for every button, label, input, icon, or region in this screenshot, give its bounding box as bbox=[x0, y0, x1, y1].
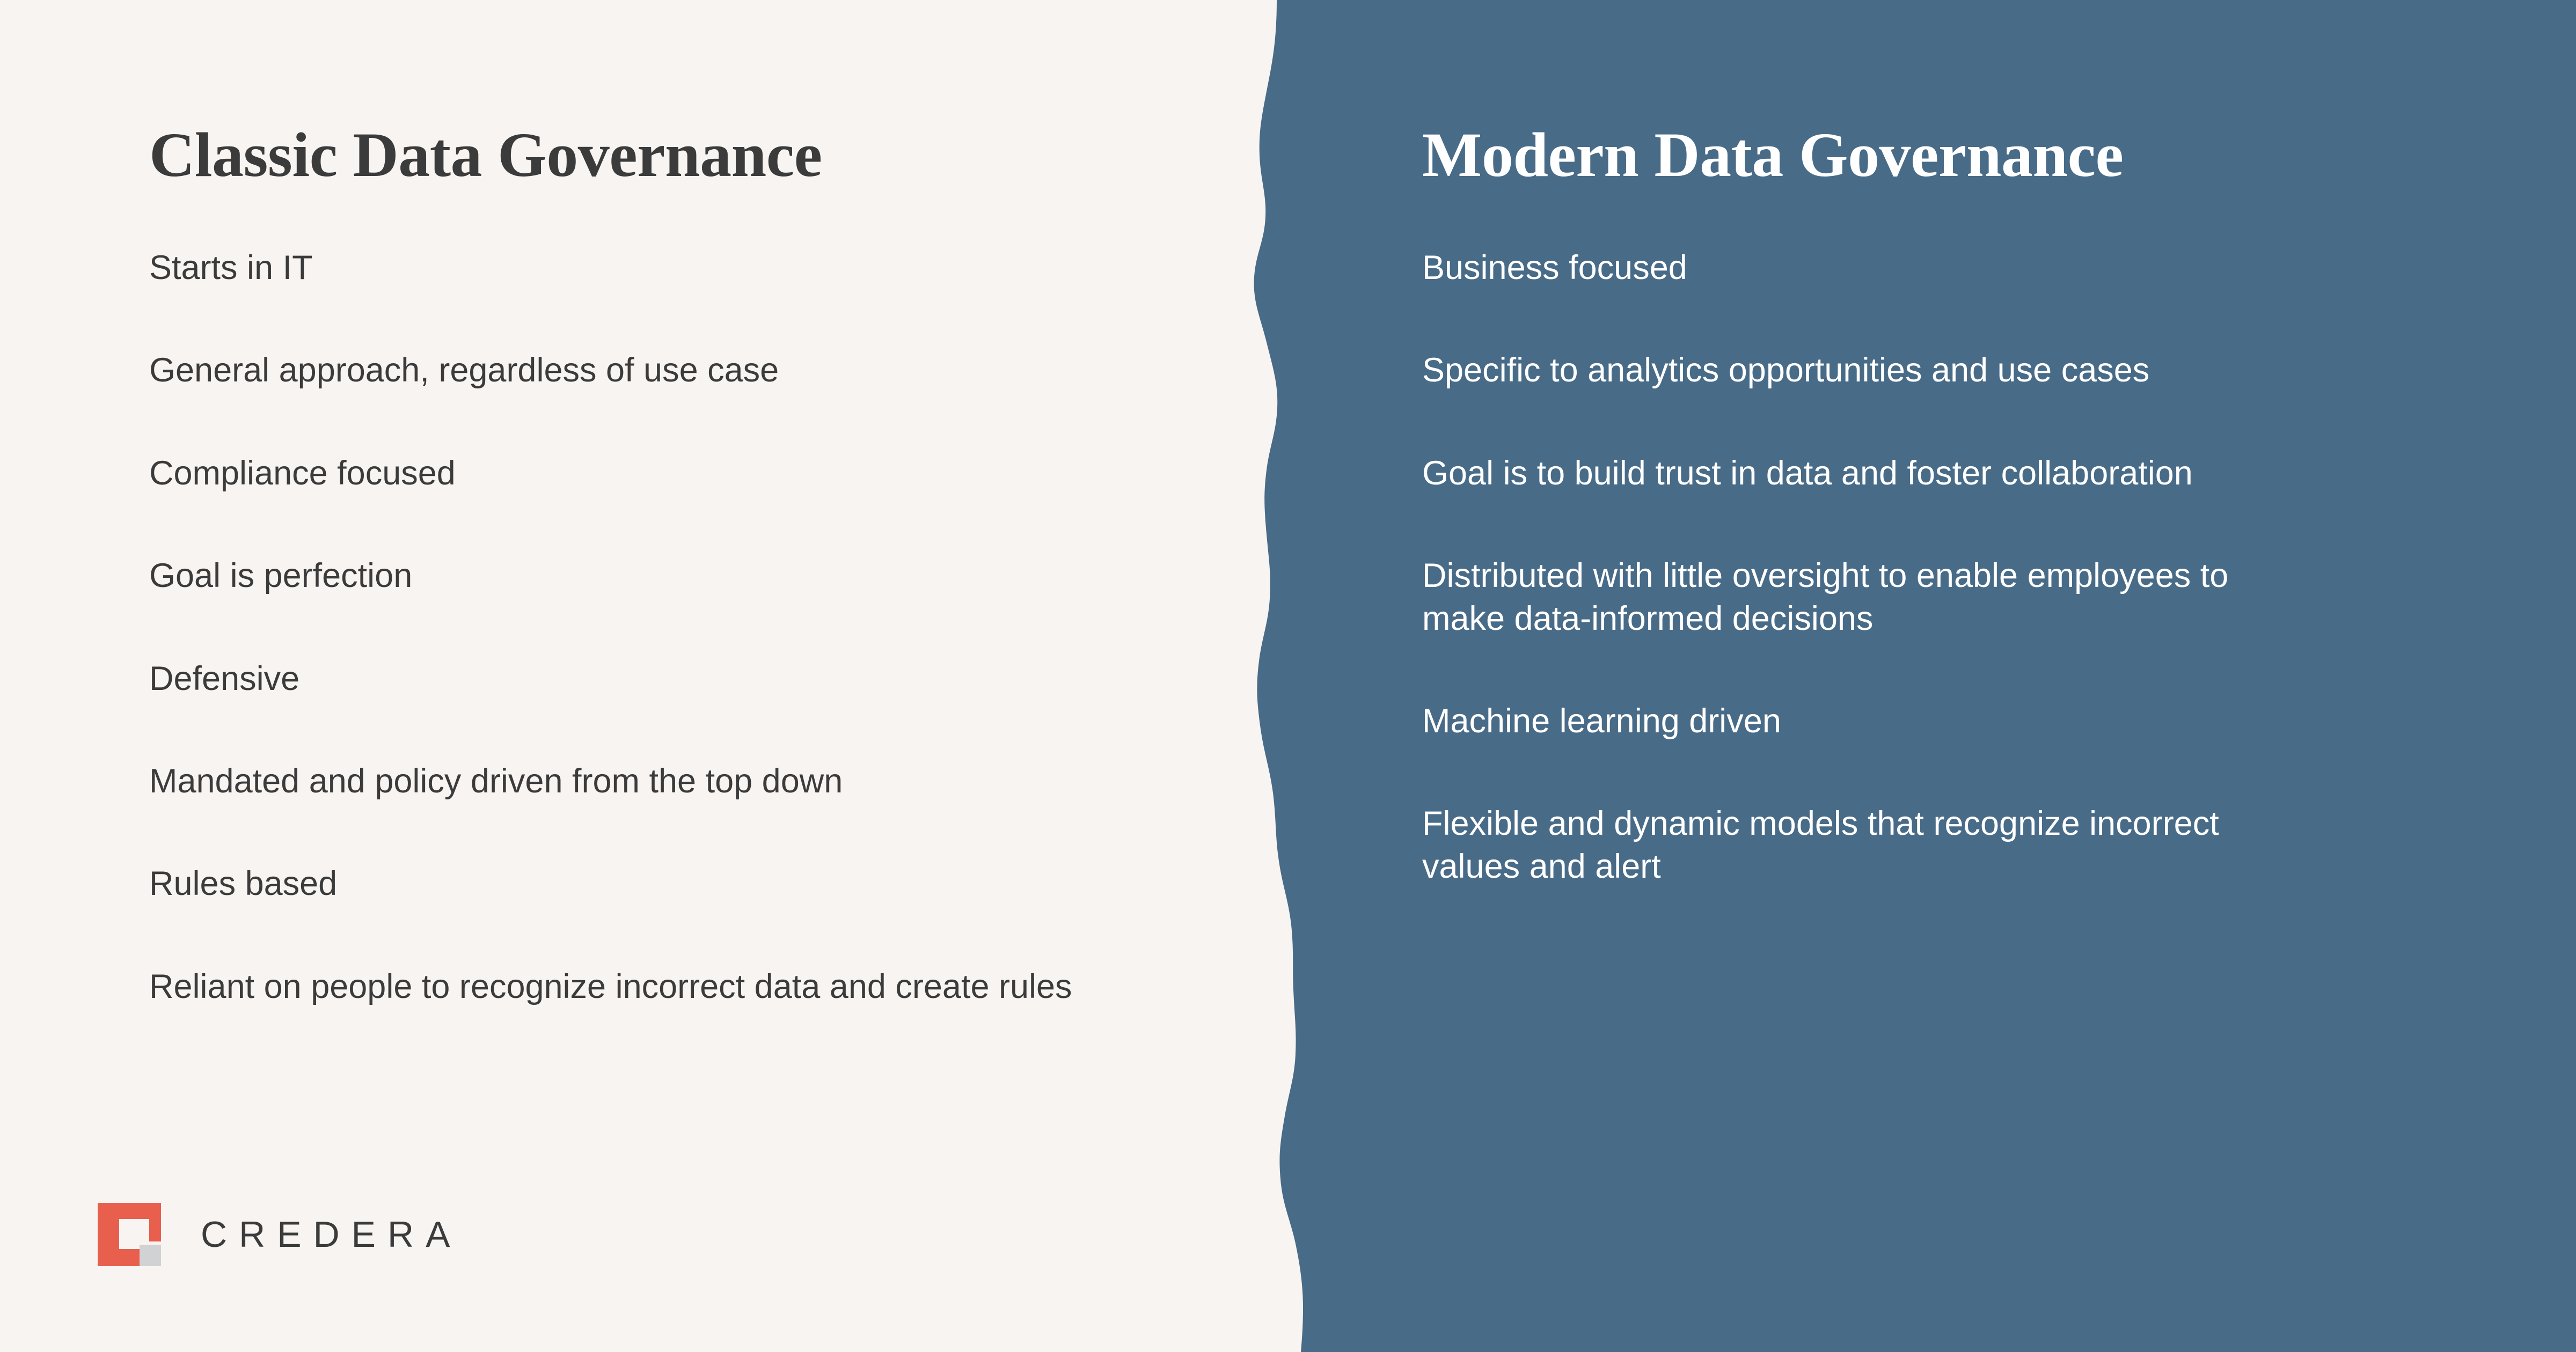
classic-bullet-list: Starts in IT General approach, regardles… bbox=[149, 247, 1256, 1008]
list-item: Rules based bbox=[149, 865, 338, 903]
list-item: Machine learning driven bbox=[1422, 702, 1781, 740]
classic-column-title: Classic Data Governance bbox=[149, 120, 822, 190]
list-item: Specific to analytics opportunities and … bbox=[1422, 351, 2150, 390]
list-item: Flexible and dynamic models that recogni… bbox=[1422, 805, 2219, 885]
list-item: Starts in IT bbox=[149, 249, 313, 286]
modern-bullet-list: Business focused Specific to analytics o… bbox=[1422, 247, 2442, 888]
credera-logo-mark-icon bbox=[98, 1203, 161, 1266]
logo-mark-grey-square bbox=[140, 1245, 161, 1266]
list-item: Goal is to build trust in data and foste… bbox=[1422, 454, 2193, 492]
modern-column-title: Modern Data Governance bbox=[1422, 120, 2124, 190]
list-item: Mandated and policy driven from the top … bbox=[149, 762, 843, 800]
list-item: Distributed with little oversight to ena… bbox=[1422, 557, 2229, 637]
modern-column: Modern Data Governance Business focused … bbox=[1422, 0, 2442, 1352]
list-item: General approach, regardless of use case bbox=[149, 351, 779, 390]
list-item: Compliance focused bbox=[149, 454, 456, 492]
list-item: Defensive bbox=[149, 659, 300, 697]
credera-wordmark: CREDERA bbox=[201, 1214, 462, 1255]
list-item: Reliant on people to recognize incorrect… bbox=[149, 967, 1072, 1005]
list-item: Goal is perfection bbox=[149, 557, 413, 595]
slide-canvas: Classic Data Governance Starts in IT Gen… bbox=[0, 0, 2576, 1352]
credera-logo: CREDERA bbox=[98, 1203, 462, 1266]
list-item: Business focused bbox=[1422, 249, 1687, 286]
classic-column: Classic Data Governance Starts in IT Gen… bbox=[0, 0, 1256, 1352]
